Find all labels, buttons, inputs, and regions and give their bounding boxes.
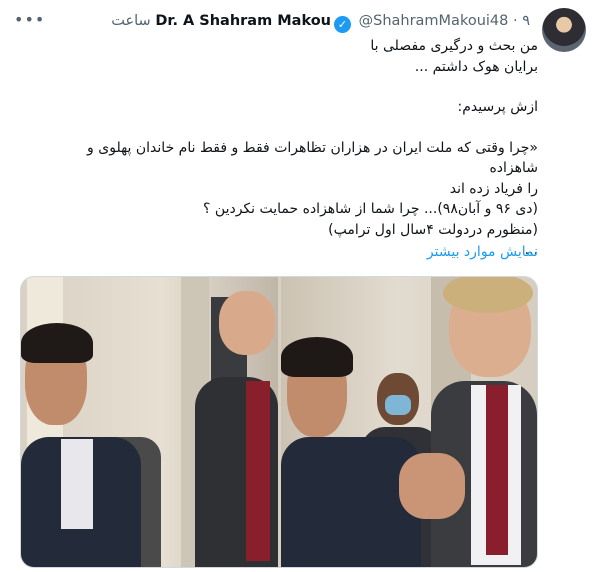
more-options-icon[interactable]: ••• bbox=[14, 10, 45, 29]
tweet-line: من بحث و درگیری مفصلی با bbox=[370, 38, 538, 54]
tweet-card[interactable]: Dr. A Shahram Makou ✓ @ShahramMakoui48 · … bbox=[0, 0, 600, 572]
tweet-photo-left[interactable] bbox=[21, 277, 278, 567]
author-line: Dr. A Shahram Makou ✓ @ShahramMakoui48 · … bbox=[111, 10, 530, 33]
tweet-text: من بحث و درگیری مفصلی با برایان هوک داشت… bbox=[63, 36, 538, 261]
tweet-line: «چرا وقتی که ملت ایران در هزاران تظاهرات… bbox=[87, 139, 538, 177]
author-avatar[interactable] bbox=[542, 8, 586, 52]
tweet-line: (منظورم دردولت ۴سال اول ترامپ) bbox=[328, 221, 538, 238]
tweet-photo-right[interactable] bbox=[281, 277, 537, 567]
tweet-header: Dr. A Shahram Makou ✓ @ShahramMakoui48 · … bbox=[14, 8, 586, 52]
separator-dot: · bbox=[512, 13, 518, 29]
tweet-line: برایان هوک داشتم ... bbox=[414, 58, 538, 75]
show-more-link[interactable]: نمایش موارد بیشتر bbox=[427, 244, 538, 260]
tweet-line: (دی ۹۶ و آبان۹۸)... چرا شما از شاهزاده ح… bbox=[203, 201, 538, 217]
tweet-line: را فریاد زده اند bbox=[449, 180, 538, 197]
author-handle[interactable]: @ShahramMakoui48 bbox=[359, 13, 509, 29]
tweet-line: ازش پرسیدم: bbox=[457, 99, 539, 115]
verified-badge-icon: ✓ bbox=[334, 16, 351, 33]
media-grid bbox=[20, 276, 538, 568]
author-display-name[interactable]: Dr. A Shahram Makou bbox=[155, 13, 331, 29]
